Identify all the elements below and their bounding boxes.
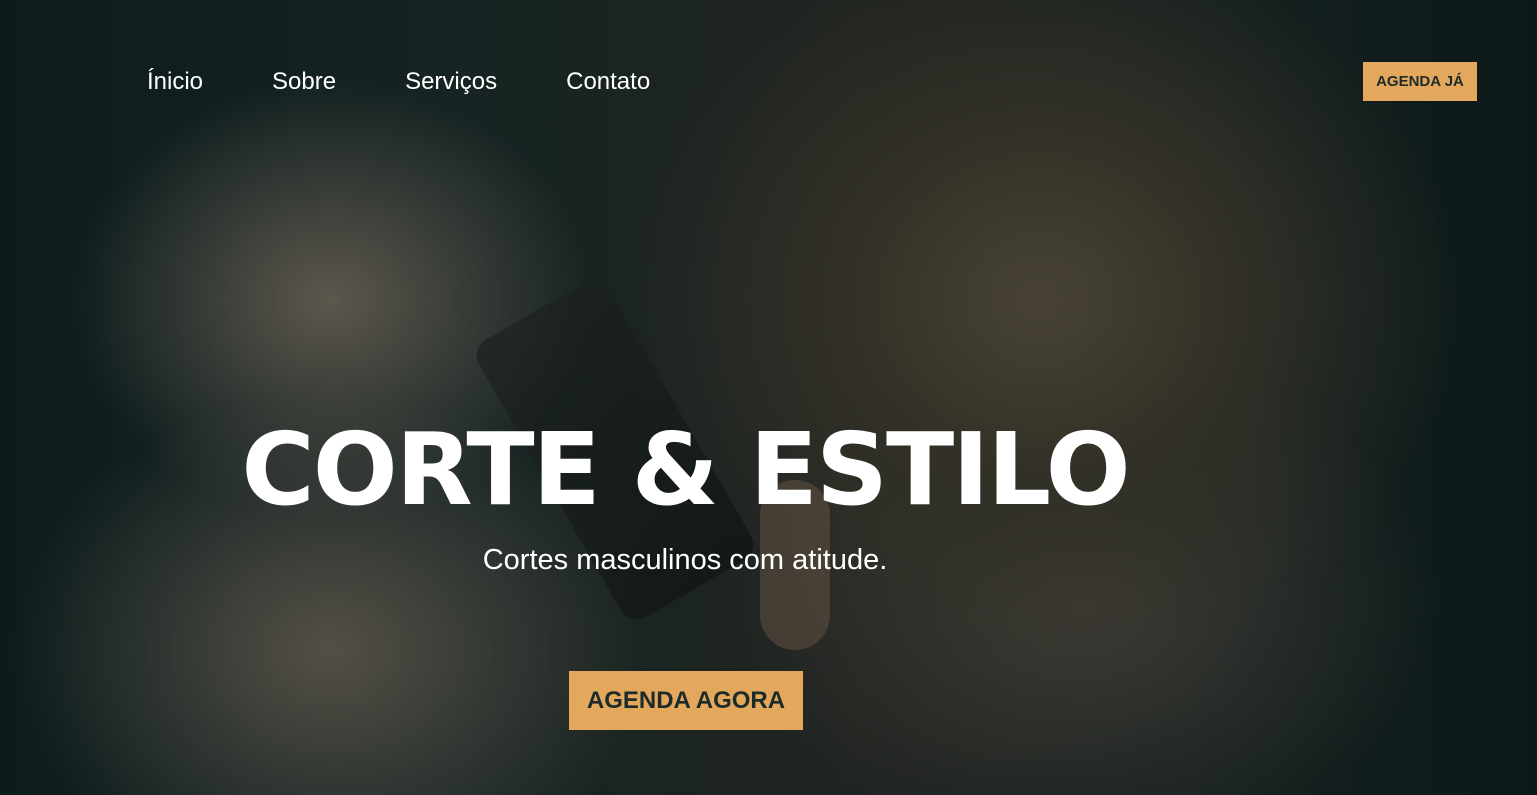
nav-item-sobre[interactable]: Sobre <box>272 62 336 102</box>
hero-subtitle: Cortes masculinos com atitude. <box>482 544 888 576</box>
nav-item-contato[interactable]: Contato <box>566 62 650 102</box>
agenda-ja-button[interactable]: AGENDA JÁ <box>1363 62 1477 101</box>
nav-item-inicio[interactable]: Ínicio <box>147 62 203 102</box>
nav-item-servicos[interactable]: Serviços <box>405 62 497 102</box>
main-nav: Ínicio Sobre Serviços Contato <box>147 62 719 102</box>
hero-title: CORTE & ESTILO <box>241 411 1130 528</box>
hero-section: Ínicio Sobre Serviços Contato AGENDA JÁ … <box>0 0 1537 795</box>
agenda-agora-button[interactable]: AGENDA AGORA <box>569 671 803 730</box>
